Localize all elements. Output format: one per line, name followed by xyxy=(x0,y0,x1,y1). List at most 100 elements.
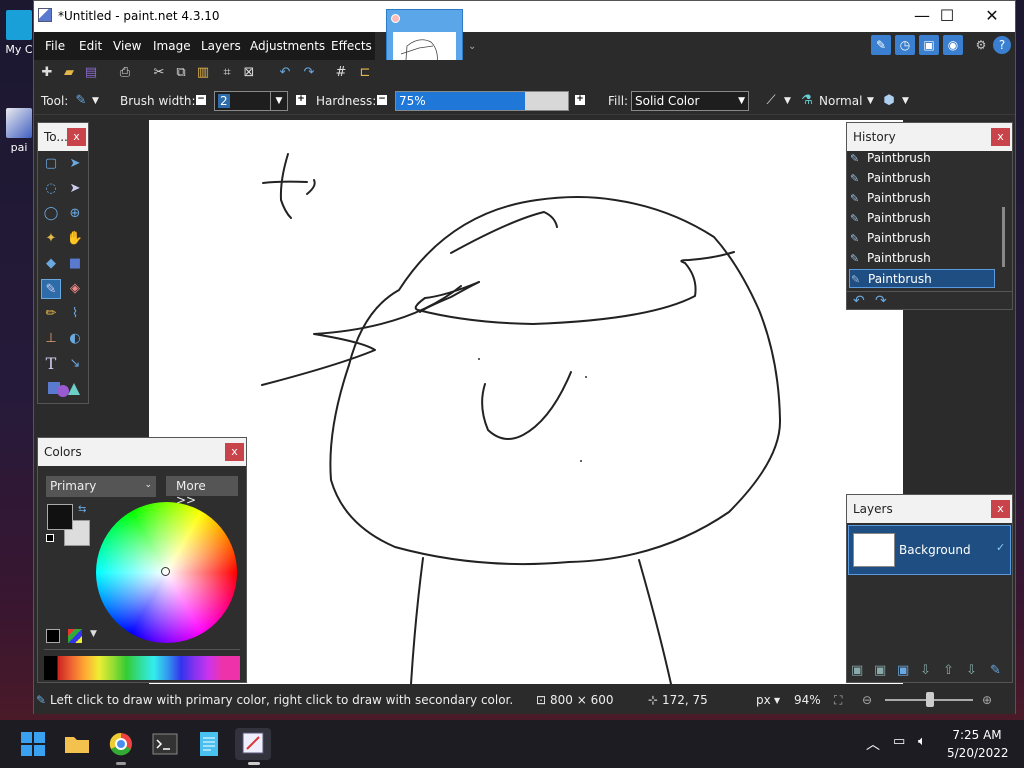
tools-toggle-icon[interactable]: ✎ xyxy=(871,35,891,55)
terminal-button[interactable] xyxy=(149,728,181,760)
open-folder-icon[interactable]: ▰ xyxy=(60,64,78,82)
new-image-icon[interactable]: ✚ xyxy=(38,64,56,82)
clock[interactable]: 7:25 AM 5/20/2022 xyxy=(947,728,1009,760)
add-palette-color-icon[interactable] xyxy=(46,629,60,643)
history-panel-close-button[interactable]: x xyxy=(991,128,1010,146)
history-item[interactable]: ✎ Paintbrush xyxy=(849,229,995,248)
blend-mode-value[interactable]: Normal xyxy=(819,94,862,108)
primary-color-swatch[interactable] xyxy=(47,504,73,530)
notepad-button[interactable] xyxy=(193,728,225,760)
save-icon[interactable]: ▤ xyxy=(82,64,100,82)
cut-icon[interactable]: ✂ xyxy=(150,64,168,82)
menu-file[interactable]: File xyxy=(45,39,65,53)
color-wheel[interactable] xyxy=(96,502,237,643)
history-panel-header[interactable]: History xyxy=(847,123,1012,151)
help-icon[interactable]: ? xyxy=(993,36,1011,54)
selection-clipping-icon[interactable]: ⬢ xyxy=(880,92,898,110)
colors-panel-header[interactable]: Colors xyxy=(38,438,246,466)
decrease-width-button[interactable]: − xyxy=(196,95,206,105)
undo-icon[interactable]: ↶ xyxy=(853,293,865,309)
tools-panel-close-button[interactable]: x xyxy=(67,128,86,146)
lasso-select-icon[interactable]: ◌ xyxy=(41,179,61,199)
history-item[interactable]: ✎ Paintbrush xyxy=(849,169,995,188)
pan-hand-icon[interactable]: ✋ xyxy=(65,229,85,249)
print-icon[interactable]: ⎙ xyxy=(116,64,134,82)
clone-stamp-icon[interactable]: ⊥ xyxy=(41,329,61,349)
redo-icon[interactable]: ↷ xyxy=(875,293,887,309)
layer-properties-icon[interactable]: ✎ xyxy=(990,663,1001,678)
history-toggle-icon[interactable]: ◷ xyxy=(895,35,915,55)
magic-wand-icon[interactable]: ✦ xyxy=(41,229,61,249)
menu-view[interactable]: View xyxy=(113,39,141,53)
paint-bucket-icon[interactable]: ◆ xyxy=(41,254,61,274)
history-item[interactable]: ✎ Paintbrush xyxy=(849,149,995,168)
pencil-icon[interactable]: ✏ xyxy=(41,304,61,324)
hardness-slider[interactable]: 75% xyxy=(395,91,569,111)
merge-layer-down-icon[interactable]: ⇩ xyxy=(920,663,931,678)
history-scrollbar[interactable] xyxy=(1002,207,1005,267)
paintnet-taskbar-button[interactable] xyxy=(235,728,271,765)
desktop-icon-my-computer[interactable]: My C xyxy=(2,10,36,56)
copy-icon[interactable]: ⧉ xyxy=(172,64,190,82)
ruler-icon[interactable]: ⊏ xyxy=(356,64,374,82)
duplicate-layer-icon[interactable]: ▣ xyxy=(897,663,909,678)
delete-layer-icon[interactable]: ▣ xyxy=(874,663,886,678)
add-layer-icon[interactable]: ▣ xyxy=(851,663,863,678)
more-colors-button[interactable]: More >> xyxy=(166,476,238,507)
chevron-down-icon[interactable]: ▼ xyxy=(902,96,909,106)
shapes-icon[interactable] xyxy=(46,379,80,399)
colors-toggle-icon[interactable]: ◉ xyxy=(943,35,963,55)
menu-adjustments[interactable]: Adjustments xyxy=(250,39,325,53)
fill-select[interactable]: Solid Color ▼ xyxy=(631,91,749,111)
start-button[interactable] xyxy=(17,728,49,760)
undo-icon[interactable]: ↶ xyxy=(276,64,294,82)
recolor-icon[interactable]: ◐ xyxy=(65,329,85,349)
redo-icon[interactable]: ↷ xyxy=(300,64,318,82)
decrease-hardness-button[interactable]: − xyxy=(377,95,387,105)
desktop-icon-paintnet[interactable]: pai xyxy=(2,108,36,154)
move-layer-down-icon[interactable]: ⇩ xyxy=(966,663,977,678)
history-item[interactable]: ✎ Paintbrush xyxy=(849,209,995,228)
deselect-icon[interactable]: ⊠ xyxy=(240,64,258,82)
swap-colors-icon[interactable]: ⇆ xyxy=(78,504,86,515)
rectangle-select-icon[interactable]: ▢ xyxy=(41,154,61,174)
color-wheel-handle[interactable] xyxy=(161,567,170,576)
zoom-to-window-icon[interactable]: ⛶ xyxy=(834,693,842,708)
paintbrush-icon[interactable]: ✎ xyxy=(72,92,90,110)
volume-icon[interactable]: 🔈︎ xyxy=(918,734,926,749)
layer-row-background[interactable]: Background ✓ xyxy=(848,525,1011,575)
layers-toggle-icon[interactable]: ▣ xyxy=(919,35,939,55)
zoom-out-icon[interactable]: ⊖ xyxy=(862,693,872,707)
zoom-icon[interactable]: ⊕ xyxy=(65,204,85,224)
menu-layers[interactable]: Layers xyxy=(201,39,241,53)
crop-icon[interactable]: ⌗ xyxy=(218,64,236,82)
menu-image[interactable]: Image xyxy=(153,39,191,53)
zoom-level[interactable]: 94% xyxy=(794,693,821,707)
blend-mode-icon[interactable]: ⚗ xyxy=(798,92,816,110)
zoom-slider-thumb[interactable] xyxy=(926,692,934,707)
eraser-icon[interactable]: ◈ xyxy=(65,279,85,299)
antialiasing-icon[interactable]: ⟋ xyxy=(762,92,780,110)
chrome-button[interactable] xyxy=(105,728,137,765)
palette-menu-icon[interactable] xyxy=(68,629,82,643)
move-selection-icon[interactable]: ➤ xyxy=(65,179,85,199)
paste-icon[interactable]: ▥ xyxy=(194,64,212,82)
history-item[interactable]: ✎ Paintbrush xyxy=(849,189,995,208)
chevron-down-icon[interactable]: ⌄ xyxy=(468,41,476,52)
history-item-selected[interactable]: ✎ Paintbrush xyxy=(849,269,995,288)
history-item[interactable]: ✎ Paintbrush xyxy=(849,249,995,268)
layers-panel-close-button[interactable]: x xyxy=(991,500,1010,518)
reset-colors-icon[interactable] xyxy=(46,534,54,542)
zoom-in-icon[interactable]: ⊕ xyxy=(982,693,992,707)
increase-width-button[interactable]: + xyxy=(296,95,306,105)
line-curve-icon[interactable]: ↘ xyxy=(65,354,85,374)
color-palette[interactable] xyxy=(44,656,240,680)
file-explorer-button[interactable] xyxy=(61,728,93,760)
chevron-down-icon[interactable]: ▼ xyxy=(867,96,874,106)
gradient-icon[interactable]: ■ xyxy=(65,254,85,274)
move-layer-up-icon[interactable]: ⇧ xyxy=(943,663,954,678)
color-picker-icon[interactable]: ⌇ xyxy=(65,304,85,324)
chevron-down-icon[interactable]: ▼ xyxy=(90,629,97,639)
gear-icon[interactable]: ⚙ xyxy=(971,35,991,55)
close-button[interactable]: ✕ xyxy=(969,1,1015,32)
